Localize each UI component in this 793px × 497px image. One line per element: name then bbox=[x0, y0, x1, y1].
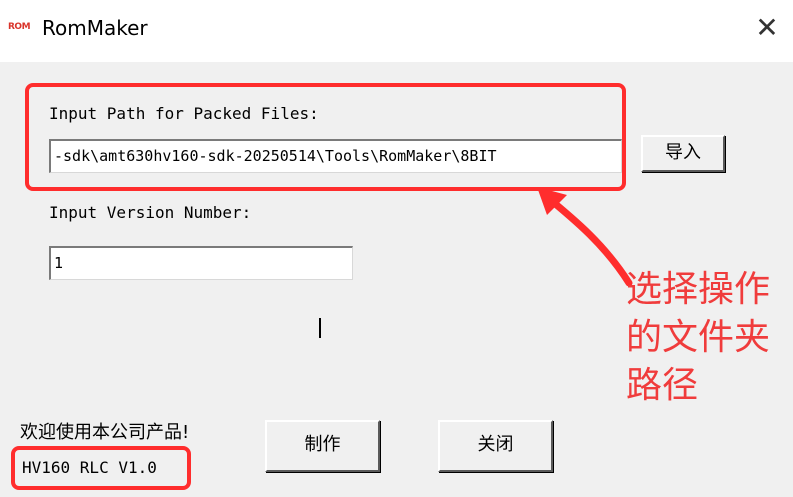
app-icon: ROM bbox=[8, 22, 31, 32]
close-icon[interactable]: ✕ bbox=[752, 13, 782, 43]
title-bar: ROM RomMaker ✕ bbox=[0, 0, 793, 62]
close-dialog-button[interactable]: 关闭 bbox=[438, 420, 553, 472]
version-label: Input Version Number: bbox=[49, 203, 252, 222]
version-input[interactable]: 1 bbox=[49, 246, 353, 280]
annotation-line: 选择操作 bbox=[626, 269, 771, 310]
make-button[interactable]: 制作 bbox=[265, 420, 380, 472]
annotation-arrow-icon bbox=[537, 187, 633, 287]
import-button[interactable]: 导入 bbox=[641, 135, 725, 172]
version-highlight-box bbox=[11, 446, 191, 490]
rommaker-dialog: ROM RomMaker ✕ Input Path for Packed Fil… bbox=[0, 0, 793, 497]
window-title: RomMaker bbox=[42, 16, 148, 40]
annotation-line: 的文件夹 bbox=[626, 317, 771, 358]
text-caret bbox=[319, 318, 321, 338]
welcome-text: 欢迎使用本公司产品! bbox=[20, 422, 190, 443]
annotation-text: 选择操作 的文件夹 路径 bbox=[626, 266, 793, 410]
annotation-line: 路径 bbox=[626, 365, 699, 406]
